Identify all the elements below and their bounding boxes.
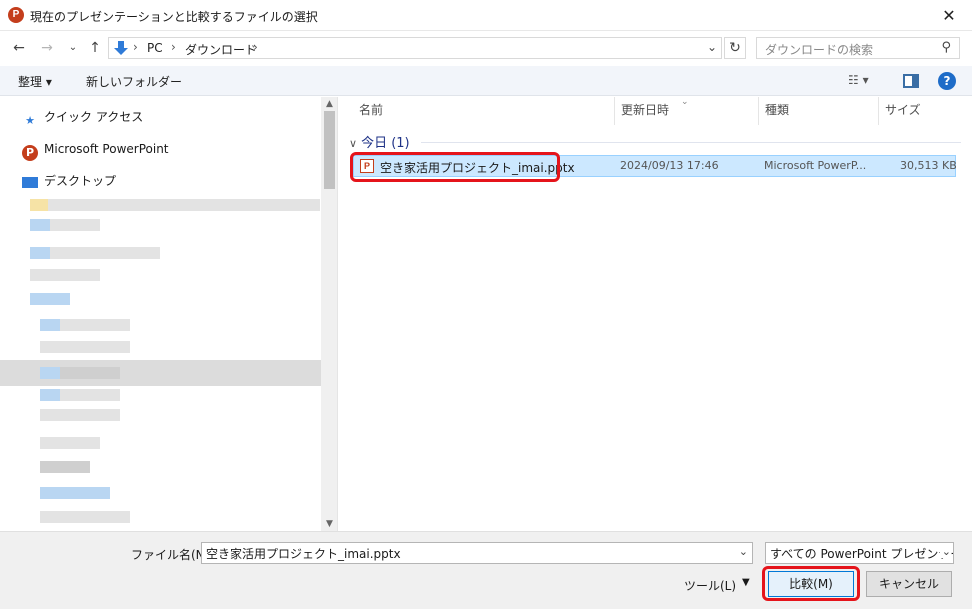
blurred-folder-icon <box>40 389 60 401</box>
blurred-folder-label[interactable] <box>60 389 120 401</box>
preview-pane-icon[interactable] <box>903 74 919 88</box>
blurred-folder-label[interactable] <box>40 409 120 421</box>
address-bar[interactable]: › PC › ダウンロード › ⌄ <box>108 37 722 59</box>
blurred-folder-icon <box>30 199 48 211</box>
blurred-folder-icon <box>30 219 50 231</box>
collapse-chevron-icon: ∨ <box>349 137 358 150</box>
up-arrow-icon[interactable]: ↑ <box>84 38 106 58</box>
navigation-row: ← → ⌄ ↑ › PC › ダウンロード › ⌄ ↻ ダウンロードの検索 ⚲ <box>0 33 972 63</box>
blurred-folder-label[interactable] <box>40 487 110 499</box>
tools-label: ツール(L) <box>684 579 737 593</box>
search-input[interactable]: ダウンロードの検索 ⚲ <box>756 37 960 59</box>
compare-button-highlight-box <box>762 566 860 601</box>
recent-locations-chevron-icon[interactable]: ⌄ <box>62 38 84 58</box>
breadcrumb-pc[interactable]: PC <box>147 41 163 55</box>
group-label: 今日 (1) <box>361 136 410 151</box>
nav-item-label: デスクトップ <box>44 174 117 188</box>
filter-value: すべての PowerPoint プレゼンテーション <box>770 547 953 561</box>
tools-dropdown-icon: ▼ <box>742 577 750 588</box>
breadcrumb-separator-icon: › <box>171 40 176 54</box>
file-type-filter[interactable]: すべての PowerPoint プレゼンテーション ⌄ <box>765 542 954 564</box>
file-highlight-box <box>350 152 560 182</box>
new-folder-button[interactable]: 新しいフォルダー <box>86 73 182 90</box>
breadcrumb-downloads[interactable]: ダウンロード <box>185 41 257 58</box>
title-bar: P 現在のプレゼンテーションと比較するファイルの選択 ✕ <box>0 0 972 31</box>
blurred-folder-label[interactable] <box>40 341 130 353</box>
powerpoint-icon: P <box>8 7 24 23</box>
group-divider <box>421 142 961 143</box>
scrollbar-thumb[interactable] <box>324 111 335 189</box>
blurred-folder-label[interactable] <box>48 199 320 211</box>
blurred-folder-label[interactable] <box>40 461 90 473</box>
blurred-folder-icon <box>30 247 50 259</box>
nav-item-desktop[interactable]: デスクトップ <box>22 171 116 191</box>
filename-value: 空き家活用プロジェクト_imai.pptx <box>206 547 401 561</box>
star-icon: ★ <box>25 114 35 127</box>
column-header-modified[interactable]: 更新日時 <box>615 97 759 125</box>
scroll-up-icon[interactable]: ▲ <box>321 97 337 111</box>
forward-arrow-icon[interactable]: → <box>36 38 58 58</box>
refresh-icon[interactable]: ↻ <box>724 37 746 59</box>
organize-button[interactable]: 整理 ▾ <box>18 73 52 90</box>
help-icon[interactable]: ? <box>938 72 956 90</box>
column-header-name[interactable]: 名前 <box>353 97 615 125</box>
scroll-down-icon[interactable]: ▼ <box>321 517 337 531</box>
blurred-folder-icon <box>40 367 60 379</box>
window-title: 現在のプレゼンテーションと比較するファイルの選択 <box>30 10 318 24</box>
search-placeholder: ダウンロードの検索 <box>765 43 874 57</box>
group-header-today[interactable]: ∨ 今日 (1) <box>349 132 410 151</box>
navigation-pane: ★ クイック アクセス P Microsoft PowerPoint デスクトップ … <box>0 97 338 531</box>
view-options-icon[interactable]: ☷ ▾ <box>848 73 869 87</box>
filename-dropdown-icon[interactable]: ⌄ <box>739 545 748 558</box>
nav-item-powerpoint[interactable]: P Microsoft PowerPoint <box>22 139 169 161</box>
tools-button[interactable]: ツール(L) ▼ <box>684 577 750 594</box>
nav-scrollbar[interactable]: ▲ ▼ <box>321 97 337 531</box>
address-dropdown-icon[interactable]: ⌄ <box>707 40 717 54</box>
blurred-folder-label[interactable] <box>40 511 130 523</box>
cancel-button[interactable]: キャンセル <box>866 571 952 597</box>
filename-input[interactable]: 空き家活用プロジェクト_imai.pptx ⌄ <box>201 542 753 564</box>
blurred-folder-label[interactable] <box>30 293 70 305</box>
breadcrumb-separator-icon: › <box>133 40 138 54</box>
blurred-folder-label[interactable] <box>60 319 130 331</box>
blurred-folder-icon <box>40 319 60 331</box>
powerpoint-icon: P <box>22 145 38 161</box>
blurred-folder-label[interactable] <box>50 219 100 231</box>
download-arrow-icon <box>114 41 128 55</box>
blurred-folder-label[interactable] <box>40 437 100 449</box>
nav-item-label: クイック アクセス <box>44 110 144 124</box>
desktop-icon <box>22 177 38 188</box>
file-size: 30,513 KB <box>900 159 957 172</box>
command-toolbar: 整理 ▾ 新しいフォルダー ☷ ▾ ? <box>0 66 972 96</box>
column-header-type[interactable]: 種類 <box>759 97 879 125</box>
breadcrumb-separator-icon: › <box>253 40 258 54</box>
blurred-folder-label <box>60 367 120 379</box>
nav-item-label: Microsoft PowerPoint <box>44 142 169 156</box>
search-icon: ⚲ <box>941 40 951 55</box>
filter-dropdown-icon[interactable]: ⌄ <box>939 545 951 558</box>
file-modified: 2024/09/13 17:46 <box>620 159 719 172</box>
nav-item-quick-access[interactable]: ★ クイック アクセス <box>22 107 143 127</box>
back-arrow-icon[interactable]: ← <box>8 38 30 58</box>
close-icon[interactable]: ✕ <box>926 0 972 31</box>
blurred-folder-label[interactable] <box>50 247 160 259</box>
blurred-folder-label[interactable] <box>30 269 100 281</box>
column-header-size[interactable]: サイズ <box>879 97 959 125</box>
file-type: Microsoft PowerP... <box>764 159 867 172</box>
